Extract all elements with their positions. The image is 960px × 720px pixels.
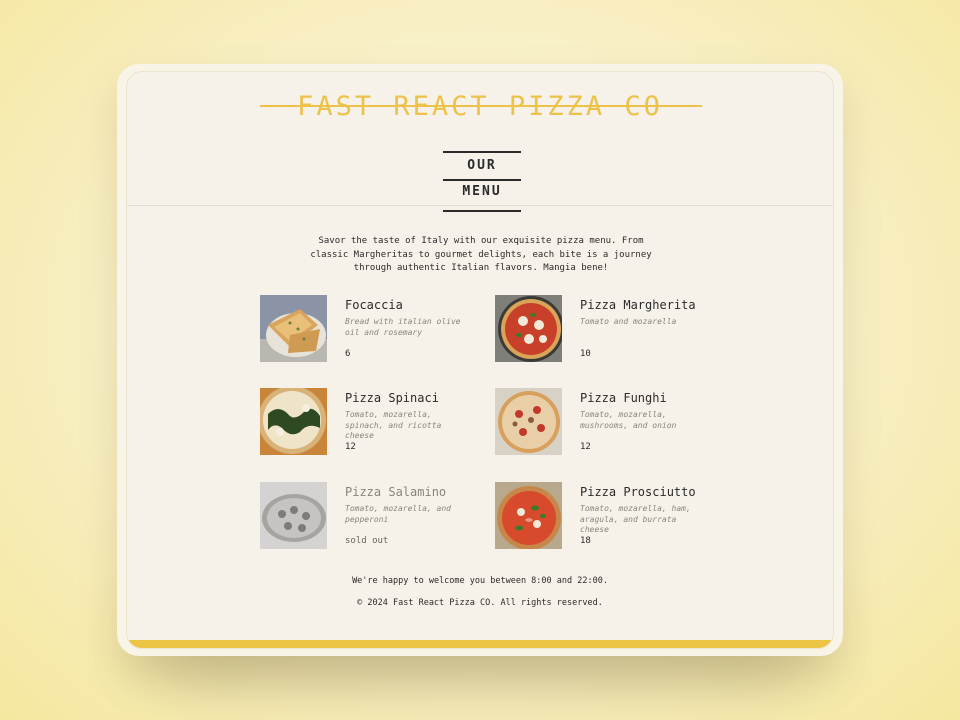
menu-item-salamino[interactable]: Pizza Salamino Tomato, mozarella, and pe… <box>260 482 470 550</box>
opening-hours: We're happy to welcome you between 8:00 … <box>352 576 608 586</box>
funghi-photo <box>495 388 562 455</box>
item-price: 6 <box>345 349 351 359</box>
menu-item-prosciutto[interactable]: Pizza Prosciutto Tomato, mozarella, ham,… <box>495 482 705 550</box>
item-description: Tomato, mozarella, mushrooms, and onion <box>580 410 677 430</box>
sold-out-label: sold out <box>345 536 389 546</box>
menu-title: OUR MENU <box>462 158 502 199</box>
accent-bar <box>127 640 833 648</box>
item-price: 18 <box>580 536 591 546</box>
item-price: 10 <box>580 349 591 359</box>
menu-item-focaccia[interactable]: Focaccia Bread with italian olive oil an… <box>260 295 470 363</box>
salamino-photo <box>260 482 327 549</box>
item-price: 12 <box>580 442 591 452</box>
logo-strike-line <box>260 105 702 107</box>
menu-intro: Savor the taste of Italy with our exquis… <box>310 236 652 273</box>
item-name: Pizza Salamino <box>345 485 447 499</box>
logo[interactable]: FAST REACT PIZZA CO <box>297 90 663 124</box>
item-price: 12 <box>345 442 356 452</box>
menu-item-funghi[interactable]: Pizza Funghi Tomato, mozarella, mushroom… <box>495 388 705 456</box>
item-description: Bread with italian olive oil and rosemar… <box>345 317 461 337</box>
item-name: Pizza Prosciutto <box>580 485 696 499</box>
app-window: FAST REACT PIZZA CO OUR MENU Savor the t… <box>126 71 834 649</box>
item-name: Pizza Margherita <box>580 298 696 312</box>
heading-underline <box>443 210 521 212</box>
item-description: Tomato, mozarella, spinach, and ricotta … <box>345 410 442 440</box>
spinaci-photo <box>260 388 327 455</box>
menu-item-margherita[interactable]: Pizza Margherita Tomato and mozarella 10 <box>495 295 705 363</box>
prosciutto-photo <box>495 482 562 549</box>
item-name: Pizza Funghi <box>580 391 667 405</box>
menu-item-spinaci[interactable]: Pizza Spinaci Tomato, mozarella, spinach… <box>260 388 470 456</box>
margherita-photo <box>495 295 562 362</box>
focaccia-photo <box>260 295 327 362</box>
section-divider <box>127 205 833 206</box>
item-description: Tomato and mozarella <box>580 317 677 326</box>
header: FAST REACT PIZZA CO <box>127 90 833 124</box>
item-description: Tomato, mozarella, ham, aragula, and bur… <box>580 504 691 534</box>
item-name: Pizza Spinaci <box>345 391 439 405</box>
copyright: © 2024 Fast React Pizza CO. All rights r… <box>357 598 603 608</box>
item-description: Tomato, mozarella, and pepperoni <box>345 504 451 524</box>
item-name: Focaccia <box>345 298 403 312</box>
menu-heading: OUR MENU <box>443 151 521 199</box>
